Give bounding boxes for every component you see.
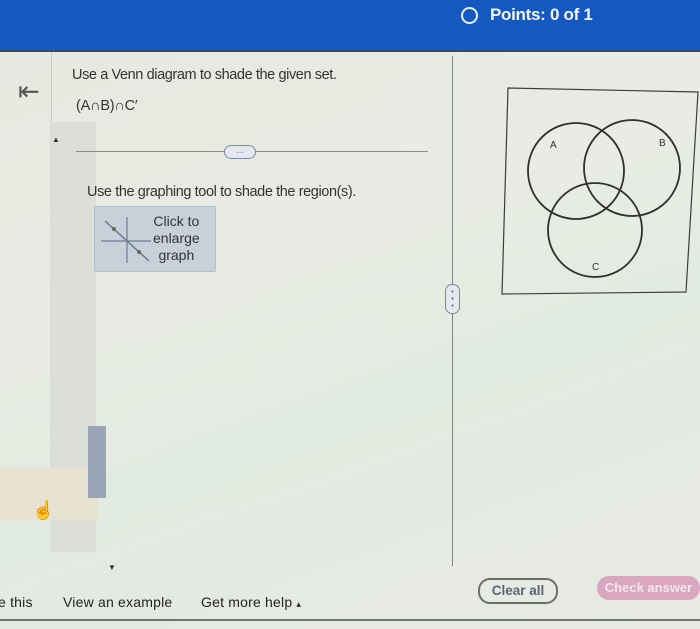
- vertical-divider-handle[interactable]: • • •: [445, 284, 460, 314]
- scrollbar-thumb[interactable]: [88, 426, 106, 498]
- partial-link[interactable]: e this: [0, 594, 33, 610]
- get-more-help-label: Get more help: [201, 594, 293, 610]
- label-c: C: [592, 262, 599, 273]
- triangle-up-icon[interactable]: ▲: [52, 135, 60, 144]
- clear-all-button[interactable]: Clear all: [478, 578, 558, 604]
- enlarge-graph-button[interactable]: Click to enlarge graph: [94, 206, 216, 272]
- collapse-left-arrow-icon[interactable]: ⇤: [18, 78, 40, 104]
- circle-a[interactable]: [527, 122, 625, 220]
- points-label: Points:: [490, 5, 546, 24]
- points-value: 0 of 1: [549, 5, 593, 24]
- tool-instruction: Use the graphing tool to shade the regio…: [87, 184, 356, 200]
- check-answer-button[interactable]: Check answer: [597, 576, 700, 600]
- bottom-border: [0, 619, 700, 621]
- question-instruction: Use a Venn diagram to shade the given se…: [72, 67, 337, 83]
- get-more-help-link[interactable]: Get more help ▴: [201, 594, 301, 610]
- graph-thumbnail-icon: [101, 217, 151, 263]
- venn-diagram[interactable]: A B C: [496, 84, 700, 298]
- hand-cursor-icon: ☝: [32, 500, 55, 520]
- set-expression: (A∩B)∩C′: [76, 98, 138, 114]
- points-indicator: Points: 0 of 1: [461, 5, 593, 25]
- view-example-link[interactable]: View an example: [63, 594, 172, 610]
- triangle-down-icon[interactable]: ▼: [108, 563, 116, 572]
- circle-outline-icon: [461, 6, 478, 24]
- horizontal-divider-handle[interactable]: …: [224, 145, 256, 159]
- label-b: B: [659, 138, 666, 149]
- top-bar: Points: 0 of 1: [0, 0, 700, 52]
- caret-up-icon: ▴: [296, 599, 302, 609]
- enlarge-graph-label: Click to enlarge graph: [153, 213, 200, 263]
- label-a: A: [550, 140, 557, 151]
